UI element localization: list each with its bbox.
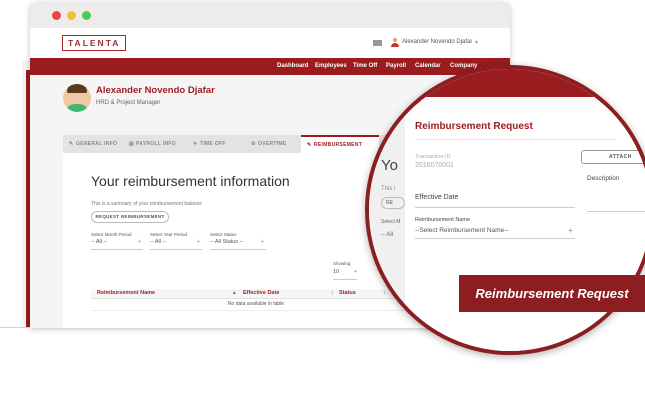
page-size-select[interactable]: 10 + (333, 269, 357, 280)
column-effective-date[interactable]: Effective Date (243, 290, 279, 296)
tab-overtime[interactable]: ⚙ OVERTIME (251, 135, 287, 153)
attach-button[interactable]: ATTACH (581, 150, 645, 164)
chevron-down-icon[interactable]: ▾ (475, 39, 478, 46)
nav-employees[interactable]: Employees (315, 63, 347, 69)
nav-dashboard[interactable]: Dashboard (277, 63, 308, 69)
app-header: TALENTA Alexander Novendo Djafar ▾ (30, 28, 510, 58)
plus-icon: + (137, 239, 141, 245)
magnified-page-title: Yo (381, 157, 398, 174)
mail-icon[interactable] (373, 40, 382, 46)
gear-icon: ⚙ (251, 141, 256, 147)
magnified-background (369, 69, 405, 351)
filter-year-label: Select Year Period (150, 232, 188, 237)
filter-month-select[interactable]: -- All -- + (91, 239, 143, 250)
column-reimbursement-name[interactable]: Reimbursement Name (97, 290, 155, 296)
effective-date-input[interactable] (415, 207, 575, 208)
plus-icon: + (260, 239, 264, 245)
request-reimbursement-button[interactable]: REQUEST REIMBURSEMENT (91, 211, 169, 223)
filter-year-select[interactable]: -- All -- + (150, 239, 202, 250)
tab-payroll-info[interactable]: ▤ PAYROLL INFO (129, 135, 176, 153)
reimbursement-name-select[interactable]: --Select Reimbursement Name-- + (415, 226, 575, 239)
plus-icon: + (353, 269, 357, 275)
plane-icon: ✈ (193, 141, 198, 147)
filter-month-label: Select Month Period (91, 232, 132, 237)
feature-banner: Reimbursement Request (459, 275, 645, 312)
effective-date-label: Effective Date (415, 194, 459, 201)
magnified-subtitle: This i (381, 186, 396, 192)
magnified-request-button: RE (381, 197, 405, 209)
pencil-icon: ✎ (69, 141, 74, 147)
document-icon: ▤ (129, 141, 135, 147)
filter-status-label: Select Status (210, 232, 237, 237)
talenta-logo[interactable]: TALENTA (62, 35, 127, 51)
page-title: Your reimbursement information (91, 173, 290, 189)
page-subtitle: This is a summary of your reimbursement … (91, 201, 202, 207)
plus-icon: + (568, 226, 573, 235)
profile-role: HRD & Project Manager (96, 100, 161, 106)
description-label: Description (587, 175, 620, 182)
sort-icon[interactable]: ▴ (233, 290, 236, 296)
tab-time-off[interactable]: ✈ TIME OFF (193, 135, 226, 153)
window-titlebar (30, 2, 510, 28)
description-input[interactable] (587, 211, 645, 212)
magnified-filter-label: Select M (381, 219, 401, 225)
header-user-name[interactable]: Alexander Novendo Djafar (402, 39, 472, 45)
tab-general-info[interactable]: ✎ GENERAL INFO (69, 135, 117, 153)
transaction-id-value: 2016070001 (415, 162, 454, 169)
pencil-icon: ✎ (307, 142, 312, 148)
sort-icon[interactable]: ↕ (331, 290, 334, 296)
profile-name: Alexander Novendo Djafar (96, 85, 215, 96)
showing-label: Showing (333, 261, 351, 266)
plus-icon: + (196, 239, 200, 245)
magnified-filter-select: -- All (381, 232, 393, 238)
column-status[interactable]: Status (339, 290, 356, 296)
tab-reimbursement[interactable]: ✎ REIMBURSEMENT (301, 135, 379, 153)
close-window-button[interactable] (52, 11, 61, 20)
maximize-window-button[interactable] (82, 11, 91, 20)
user-avatar-icon[interactable] (391, 38, 399, 47)
transaction-id-label: Transaction ID (415, 154, 451, 160)
minimize-window-button[interactable] (67, 11, 76, 20)
filter-status-select[interactable]: -- All Status -- + (210, 239, 266, 250)
reimbursement-name-label: Reimbursement Name (415, 217, 471, 223)
modal-divider (415, 139, 615, 140)
modal-title: Reimbursement Request (415, 121, 533, 132)
magnified-navbar (399, 69, 645, 97)
profile-avatar (63, 84, 91, 112)
magnified-view: Yo This i RE Select M -- All Reimburseme… (369, 69, 645, 351)
